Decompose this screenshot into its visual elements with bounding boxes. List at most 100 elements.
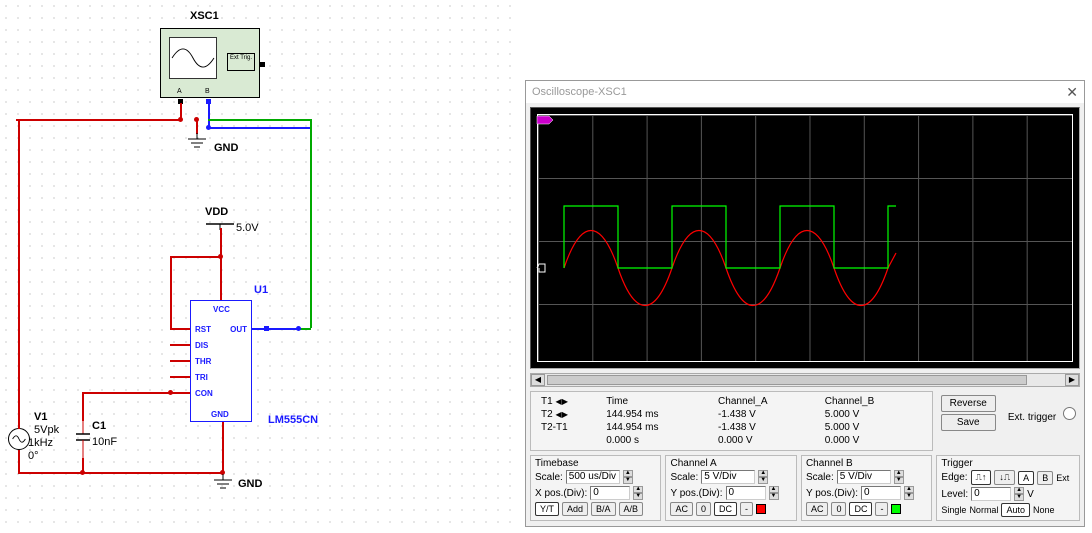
pin-rst: RST [195, 325, 211, 334]
scope-scrollbar[interactable]: ◀ ▶ [530, 373, 1080, 387]
xsc1-pin-ext[interactable] [260, 62, 265, 67]
spin-up[interactable]: ▲ [623, 470, 633, 477]
tb-scale-label: Scale: [535, 472, 563, 483]
spin-down[interactable]: ▼ [904, 493, 914, 500]
edge-rise-button[interactable]: ⎍↑ [971, 470, 992, 485]
pin-thr: THR [195, 357, 211, 366]
spin-down[interactable]: ▼ [894, 477, 904, 484]
ab-button[interactable]: A/B [619, 502, 644, 516]
schematic-canvas[interactable]: XSC1 Ext Trig. A B GND VDD 5.0V U1 VCC R… [0, 0, 520, 533]
spin-down[interactable]: ▼ [633, 493, 643, 500]
chb-dash-button[interactable]: - [875, 502, 888, 516]
cha-ypos-input[interactable]: 0 [726, 486, 766, 500]
spin-up[interactable]: ▲ [1014, 487, 1024, 494]
t2-cha: -1.438 V [714, 422, 819, 433]
ba-button[interactable]: B/A [591, 502, 616, 516]
level-input[interactable]: 0 [971, 487, 1011, 501]
tb-scale-input[interactable]: 500 us/Div [566, 470, 620, 484]
level-unit: V [1027, 489, 1034, 500]
wire [170, 328, 190, 330]
vdd-label: VDD [205, 206, 228, 218]
cha-color-swatch[interactable] [756, 504, 766, 514]
wire [208, 127, 310, 129]
reverse-button[interactable]: Reverse [941, 395, 996, 412]
cha-dc-button[interactable]: DC [714, 502, 737, 516]
channel-b-group: Channel B Scale:5 V/Div▲▼ Y pos.(Div):0▲… [801, 455, 932, 521]
chb-zero-button[interactable]: 0 [831, 502, 846, 516]
ac-source[interactable] [8, 428, 30, 450]
ground-symbol [214, 474, 232, 490]
scroll-left-icon[interactable]: ◀ [531, 374, 545, 386]
t1-chb: 5.000 V [821, 409, 926, 420]
v1-amp: 5Vpk [34, 424, 59, 436]
t2-arrows[interactable]: ◀ ▶ [555, 410, 567, 419]
spin-down[interactable]: ▼ [1014, 494, 1024, 501]
tb-xpos-input[interactable]: 0 [590, 486, 630, 500]
c1-value: 10nF [92, 436, 117, 448]
v1-refdes: V1 [34, 411, 47, 423]
wire [220, 228, 222, 303]
t2-label: T2 [541, 409, 553, 420]
ext-trig-box: Ext Trig. [227, 53, 255, 71]
chb-dc-button[interactable]: DC [849, 502, 872, 516]
spin-up[interactable]: ▲ [894, 470, 904, 477]
wire [82, 392, 84, 421]
scroll-right-icon[interactable]: ▶ [1065, 374, 1079, 386]
chb-scale-input[interactable]: 5 V/Div [837, 470, 891, 484]
spin-up[interactable]: ▲ [633, 486, 643, 493]
hdr-time: Time [602, 396, 712, 407]
wire [18, 450, 20, 472]
pin-tri: TRI [195, 373, 208, 382]
mode-single[interactable]: Single [941, 505, 966, 515]
tb-xpos-label: X pos.(Div): [535, 488, 587, 499]
oscilloscope-instrument[interactable]: Ext Trig. A B [160, 28, 260, 98]
chb-ac-button[interactable]: AC [806, 502, 829, 516]
t2-time: 144.954 ms [602, 422, 712, 433]
cha-dash-button[interactable]: - [740, 502, 753, 516]
spin-down[interactable]: ▼ [758, 477, 768, 484]
yt-button[interactable]: Y/T [535, 502, 559, 516]
scope-display[interactable] [530, 107, 1080, 369]
spin-up[interactable]: ▲ [769, 486, 779, 493]
out-port[interactable] [264, 326, 269, 331]
capacitor[interactable] [76, 420, 90, 460]
mode-auto[interactable]: Auto [1001, 503, 1030, 517]
pin-gnd: GND [211, 410, 229, 419]
cha-zero-button[interactable]: 0 [696, 502, 711, 516]
chb-title: Channel B [806, 458, 927, 469]
t1-arrows[interactable]: ◀ ▶ [555, 397, 567, 406]
save-button[interactable]: Save [941, 414, 996, 431]
wire [208, 119, 310, 121]
add-button[interactable]: Add [562, 502, 588, 516]
edge-ext-label: Ext [1056, 473, 1069, 483]
dialog-titlebar[interactable]: Oscilloscope-XSC1 ✕ [526, 81, 1084, 103]
mode-normal[interactable]: Normal [969, 505, 998, 515]
scroll-thumb[interactable] [547, 375, 1027, 385]
xsc1-refdes: XSC1 [190, 10, 219, 22]
spin-up[interactable]: ▲ [758, 470, 768, 477]
edge-fall-button[interactable]: ↓⎍ [994, 470, 1015, 485]
pin-con: CON [195, 389, 213, 398]
t1-time: 144.954 ms [602, 409, 712, 420]
oscilloscope-dialog[interactable]: Oscilloscope-XSC1 ✕ ◀ ▶ T1 ◀ ▶ Time C [525, 80, 1085, 527]
junction [80, 470, 85, 475]
wire [82, 392, 172, 394]
wire [18, 119, 20, 429]
cha-ac-button[interactable]: AC [670, 502, 693, 516]
close-icon[interactable]: ✕ [1066, 81, 1078, 103]
spin-down[interactable]: ▼ [623, 477, 633, 484]
edge-a-button[interactable]: A [1018, 471, 1034, 485]
ext-trigger-radio[interactable] [1063, 407, 1076, 420]
wire [18, 472, 223, 474]
spin-down[interactable]: ▼ [769, 493, 779, 500]
cha-scale-input[interactable]: 5 V/Div [701, 470, 755, 484]
mode-none[interactable]: None [1033, 505, 1055, 515]
edge-b-button[interactable]: B [1037, 471, 1053, 485]
trigger-title: Trigger [941, 458, 1075, 469]
wire [170, 344, 190, 346]
spin-up[interactable]: ▲ [904, 486, 914, 493]
chb-ypos-input[interactable]: 0 [861, 486, 901, 500]
edge-label: Edge: [941, 472, 967, 483]
ic-lm555[interactable]: VCC RST DIS THR TRI CON OUT GND [190, 300, 252, 422]
chb-color-swatch[interactable] [891, 504, 901, 514]
